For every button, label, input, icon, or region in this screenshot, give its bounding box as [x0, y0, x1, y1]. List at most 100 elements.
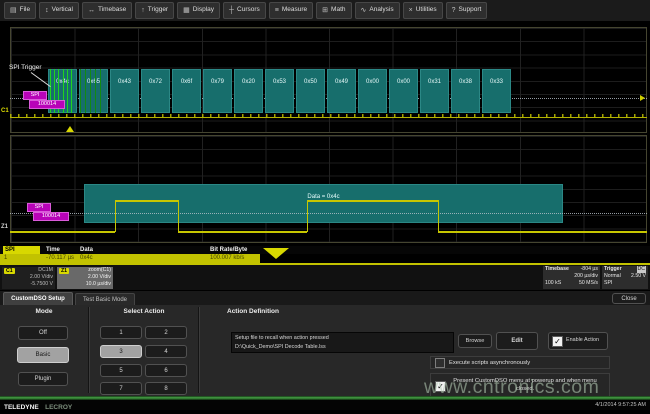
action-6-button[interactable]: 6	[145, 364, 187, 377]
timebase-descriptor[interactable]: Timebase-804 µs 200 µs/div 100 kS50 MS/s	[543, 266, 600, 289]
trigger-arrow-icon: ↑	[141, 7, 145, 14]
menu-timebase[interactable]: ↔Timebase	[82, 2, 132, 19]
help-icon: ?	[452, 7, 456, 14]
c1-offset: -5.7500 V	[31, 281, 54, 288]
bus-label-spi[interactable]: SPI	[23, 91, 47, 100]
decode-table-header: SPI Time Data Bit Rate/Byte	[0, 246, 650, 254]
menu-utilities[interactable]: ×Utilities	[403, 2, 443, 19]
mosi-zoom-trace	[307, 200, 308, 232]
spi-byte-box: 0x53	[265, 69, 294, 113]
file-icon: ▤	[10, 7, 17, 14]
math-icon: ⊞	[322, 7, 328, 14]
action-8-button[interactable]: 8	[145, 382, 187, 395]
enable-action-checkbox[interactable]: ✓ Enable Action	[548, 332, 608, 350]
mosi-zoom-trace	[438, 231, 647, 233]
spi-byte-box: 0x50	[296, 69, 325, 113]
action-2-button[interactable]: 2	[145, 326, 187, 339]
mode-section-label: Mode	[0, 308, 88, 315]
action-3-button[interactable]: 3	[100, 345, 142, 358]
spi-byte-box: 0x00	[389, 69, 418, 113]
trigger-label: Trigger	[604, 266, 622, 273]
spi-byte-box: 0x20	[234, 69, 263, 113]
descriptor-bar: C1DC1M 2.00 V/div -5.7500 V Z1zoom(C1) 2…	[0, 265, 650, 290]
mosi-zoom-trace	[307, 200, 438, 202]
z1-chip: Z1	[59, 268, 69, 274]
mode-basic-button[interactable]: Basic	[17, 347, 69, 363]
brand-logo: TELEDYNE LECROY	[4, 396, 72, 414]
bus-id-label-zoom[interactable]: 100014	[33, 212, 69, 221]
waveform-icon: ∿	[361, 7, 367, 14]
menu-vertical[interactable]: ↕Vertical	[39, 2, 79, 19]
mode-off-button[interactable]: Off	[18, 326, 68, 340]
action-4-button[interactable]: 4	[145, 345, 187, 358]
c1-chip: C1	[4, 268, 15, 274]
datetime: 4/1/2014 9:57:25 AM	[595, 402, 646, 408]
table-row[interactable]: 1 -70.117 µs 0x4c 100.007 kb/s	[0, 254, 260, 263]
display-grid-icon: ▦	[183, 7, 190, 14]
c1-channel-marker[interactable]: C1	[1, 108, 9, 114]
browse-button[interactable]: Browse	[458, 334, 492, 348]
table-expand-triangle-icon[interactable]	[263, 248, 289, 259]
z1-vdiv: 2.00 V/div	[88, 274, 111, 281]
spi-byte-box: 0x72	[141, 69, 170, 113]
clock-edge-line	[85, 69, 86, 113]
timebase-memory: 100 kS	[545, 280, 561, 287]
close-button[interactable]: Close	[612, 293, 646, 304]
select-action-section-label: Select Action	[92, 308, 196, 315]
clock-edge-line	[67, 69, 68, 113]
crosshair-icon: ┼	[229, 7, 234, 14]
setup-file-hint: Setup file to recall when action pressed	[235, 334, 450, 343]
menu-file[interactable]: ▤File	[4, 2, 36, 19]
action-7-button[interactable]: 7	[100, 382, 142, 395]
clock-edge-line	[71, 69, 72, 113]
trigger-coupling-chip: DC	[637, 266, 647, 273]
spi-trigger-callout: SPI Trigger	[9, 64, 42, 71]
divider	[89, 307, 90, 393]
row-time: -70.117 µs	[46, 254, 74, 263]
tab-customdso-setup[interactable]: CustomDSO Setup	[3, 292, 73, 305]
bus-id-label[interactable]: 100014	[29, 100, 65, 109]
edit-button[interactable]: Edit	[496, 332, 538, 350]
menu-display[interactable]: ▦Display	[177, 2, 220, 19]
clock-edge-line	[80, 69, 81, 113]
z1-descriptor[interactable]: Z1zoom(C1) 2.00 V/div 10.0 µs/div	[57, 267, 113, 289]
watermark: www.cntronics.com	[424, 376, 599, 399]
execute-scripts-checkbox[interactable]: Execute scripts asynchronously	[430, 356, 610, 369]
menu-support[interactable]: ?Support	[446, 2, 488, 19]
clock-edge-line	[100, 69, 101, 113]
mosi-zoom-trace	[115, 200, 116, 232]
tab-test-basic-mode[interactable]: Test Basic Mode	[75, 293, 135, 305]
spi-byte-box: 0x33	[482, 69, 511, 113]
trigger-source: SPI	[604, 280, 612, 287]
menu-analysis[interactable]: ∿Analysis	[355, 2, 400, 19]
mosi-trace-baseline	[10, 117, 647, 118]
menu-trigger[interactable]: ↑Trigger	[135, 2, 174, 19]
setup-file-field[interactable]: Setup file to recall when action pressed…	[231, 332, 454, 353]
offset-arrow-icon	[640, 95, 645, 101]
row-rate: 100.007 kb/s	[210, 254, 244, 263]
action-5-button[interactable]: 5	[100, 364, 142, 377]
menu-measure[interactable]: ≡Measure	[269, 2, 313, 19]
menu-math[interactable]: ⊞Math	[316, 2, 351, 19]
timebase-srate: 50 MS/s	[579, 280, 598, 287]
c1-coupling: DC1M	[38, 267, 53, 274]
z1-zoom-marker[interactable]: Z1	[1, 224, 8, 230]
c1-descriptor[interactable]: C1DC1M 2.00 V/div -5.7500 V	[2, 267, 55, 289]
trigger-mode: Normal	[604, 273, 621, 280]
action-1-button[interactable]: 1	[100, 326, 142, 339]
col-rate: Bit Rate/Byte	[210, 246, 247, 254]
footer-bar: TELEDYNE LECROY 4/1/2014 9:57:25 AM	[0, 400, 650, 410]
tools-icon: ×	[409, 7, 413, 14]
menu-cursors[interactable]: ┼Cursors	[223, 2, 266, 19]
mosi-zoom-trace	[178, 200, 179, 232]
col-time: Time	[46, 246, 60, 254]
vertical-arrows-icon: ↕	[45, 7, 49, 14]
trigger-descriptor[interactable]: TriggerDC Normal2.50 V SPI	[602, 266, 648, 289]
table-bus-chip: SPI	[3, 246, 40, 254]
mode-plugin-button[interactable]: Plugin	[18, 372, 68, 386]
col-data: Data	[80, 246, 93, 254]
horizontal-arrows-icon: ↔	[88, 7, 95, 14]
z1-source: zoom(C1)	[88, 267, 111, 274]
setup-file-path: D:\Quick_Demo\SPI Decode Table.lss	[235, 343, 450, 352]
bus-label-spi-zoom[interactable]: SPI	[27, 203, 51, 212]
